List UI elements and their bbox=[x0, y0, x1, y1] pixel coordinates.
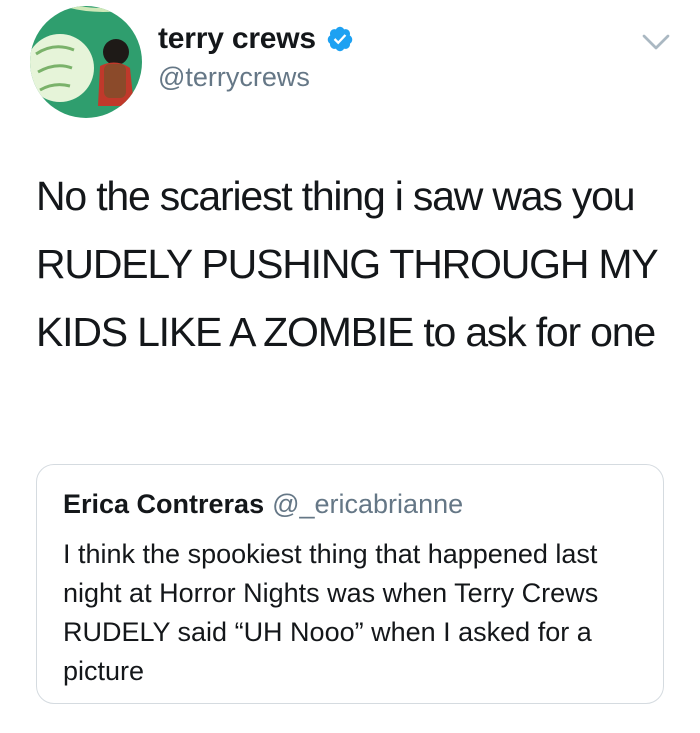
verified-badge-icon bbox=[327, 26, 353, 52]
chevron-down-icon[interactable] bbox=[638, 24, 674, 60]
quoted-tweet-text: I think the spookiest thing that happene… bbox=[63, 539, 599, 686]
avatar[interactable] bbox=[30, 6, 142, 118]
quoted-tweet-card[interactable]: Erica Contreras @_ericabrianne I think th… bbox=[36, 464, 664, 704]
profile-avatar-illustration bbox=[30, 6, 142, 118]
author-name[interactable]: terry crews bbox=[158, 22, 354, 56]
tweet-text: No the scariest thing i saw was you RUDE… bbox=[36, 173, 658, 355]
quoted-author-name: Erica Contreras bbox=[63, 489, 265, 519]
author-handle[interactable]: @terrycrews bbox=[158, 62, 310, 93]
quoted-author-handle: @_ericabrianne bbox=[272, 489, 464, 519]
author-display-name[interactable]: terry crews bbox=[158, 22, 316, 56]
quoted-tweet-header: Erica Contreras @_ericabrianne bbox=[63, 489, 463, 520]
